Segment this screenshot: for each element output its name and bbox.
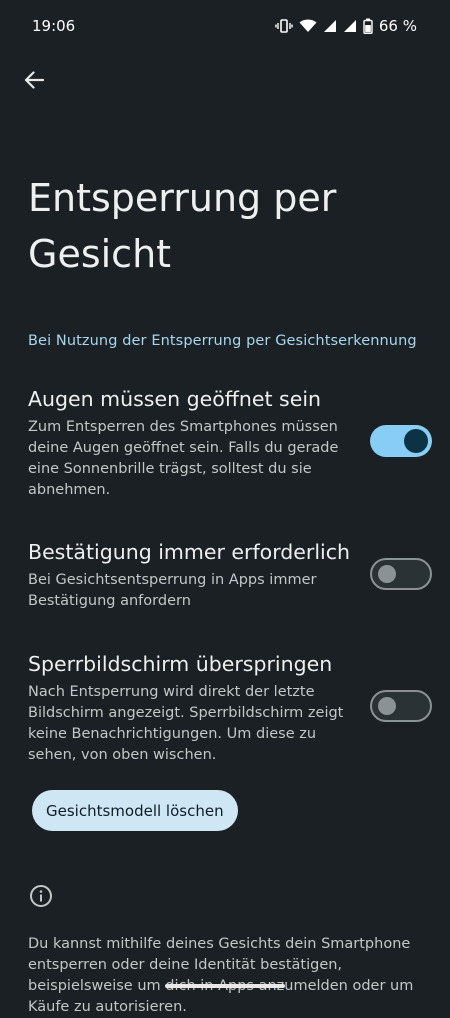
page-title: Entsperrung per Gesicht — [28, 176, 337, 276]
setting-title: Bestätigung immer erforderlich — [28, 540, 350, 564]
delete-face-model-button[interactable]: Gesichtsmodell löschen — [32, 790, 238, 831]
setting-summary: Zum Entsperren des Smartphones müssen de… — [28, 419, 339, 498]
eyes-open-toggle[interactable] — [370, 425, 432, 457]
setting-title: Augen müssen geöffnet sein — [28, 387, 322, 411]
setting-summary: Bei Gesichtsentsperrung in Apps immer Be… — [28, 572, 317, 609]
toggle-thumb — [378, 565, 396, 583]
status-icons: 66 % — [275, 17, 417, 35]
status-bar: 19:06 66 % — [0, 0, 450, 52]
signal-icon — [323, 19, 337, 33]
vibrate-icon — [275, 18, 293, 34]
battery-percent: 66 % — [378, 17, 417, 35]
always-confirm-toggle[interactable] — [370, 558, 432, 590]
setting-summary: Nach Entsperrung wird direkt der letzte … — [28, 684, 344, 763]
info-text: Du kannst mithilfe deines Gesichts dein … — [28, 936, 414, 1015]
gesture-bar[interactable] — [165, 984, 285, 988]
skip-lockscreen-toggle[interactable] — [370, 690, 432, 722]
signal-icon — [343, 19, 357, 33]
setting-always-confirm[interactable]: Bestätigung immer erforderlich Bei Gesic… — [28, 537, 423, 612]
status-time: 19:06 — [32, 17, 76, 35]
setting-title: Sperrbildschirm überspringen — [28, 652, 333, 676]
arrow-back-icon — [24, 71, 45, 93]
wifi-icon — [299, 19, 317, 33]
toggle-thumb — [404, 429, 428, 453]
setting-skip-lockscreen[interactable]: Sperrbildschirm überspringen Nach Entspe… — [28, 649, 423, 766]
section-header: Bei Nutzung der Entsperrung per Gesichts… — [28, 333, 417, 349]
info-icon — [29, 884, 53, 908]
setting-eyes-open[interactable]: Augen müssen geöffnet sein Zum Entsperre… — [28, 384, 423, 501]
battery-icon — [363, 18, 373, 34]
back-button[interactable] — [18, 66, 50, 98]
toggle-thumb — [378, 697, 396, 715]
